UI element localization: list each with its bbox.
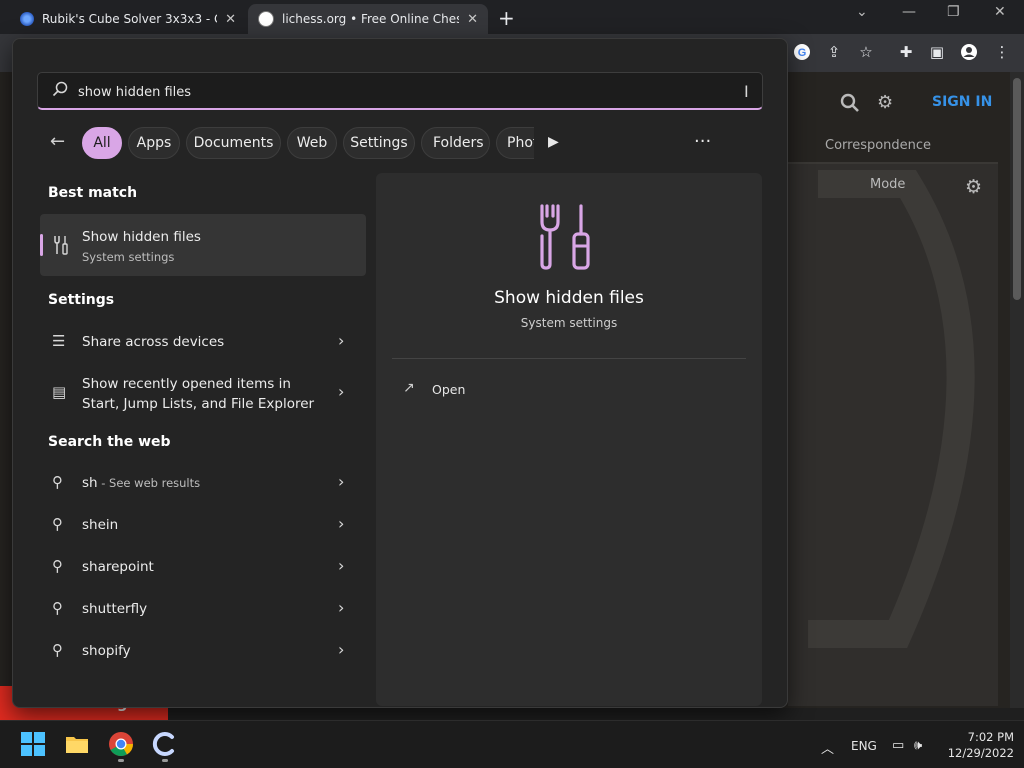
settings-heading: Settings — [48, 292, 115, 308]
search-icon: ⚲ — [52, 515, 63, 533]
web-term: shopify — [82, 643, 131, 659]
restore-button[interactable]: ❐ — [947, 4, 960, 20]
result-title-line1: Show recently opened items in — [82, 376, 291, 392]
search-icon: ⚲ — [52, 557, 63, 575]
mode-label: Mode — [870, 177, 906, 192]
side-panel-icon[interactable]: ▣ — [927, 43, 947, 61]
running-indicator — [118, 759, 124, 762]
detail-subtitle: System settings — [520, 316, 618, 330]
filter-folders[interactable]: Folders — [421, 127, 490, 159]
result-title-line2: Start, Jump Lists, and File Explorer — [82, 396, 315, 412]
filter-settings[interactable]: Settings — [343, 127, 415, 159]
windows-start-icon[interactable] — [20, 731, 46, 757]
web-result-shutterfly[interactable]: ⚲ shutterfly › — [40, 590, 366, 630]
web-result-shopify[interactable]: ⚲ shopify › — [40, 632, 366, 672]
settings-result-share-across-devices[interactable]: ☰ Share across devices › — [40, 322, 366, 362]
filter-photos[interactable]: Photos — [496, 127, 534, 159]
search-web-heading: Search the web — [48, 434, 171, 450]
new-tab-button[interactable]: + — [498, 6, 515, 30]
tab-lichess[interactable]: lichess.org • Free Online Chess ✕ — [248, 4, 488, 34]
chevron-right-icon[interactable]: › — [338, 556, 344, 575]
chevron-right-icon[interactable]: › — [338, 598, 344, 617]
volume-icon[interactable]: 🕪 — [914, 738, 922, 753]
network-icon[interactable]: ▭ — [892, 738, 904, 753]
text-cursor-icon: I — [744, 82, 749, 101]
search-input[interactable] — [78, 82, 678, 102]
best-match-heading: Best match — [48, 185, 138, 201]
best-match-title: Show hidden files — [82, 229, 201, 245]
close-tab-icon[interactable]: ✕ — [467, 12, 478, 27]
list-icon: ☰ — [52, 332, 66, 350]
search-icon: ⚲ — [52, 599, 63, 617]
running-indicator — [162, 759, 168, 762]
clock[interactable]: 7:02 PM 12/29/2022 — [944, 729, 1014, 761]
web-result-sharepoint[interactable]: ⚲ sharepoint › — [40, 548, 366, 588]
close-window-button[interactable]: ✕ — [994, 4, 1006, 20]
bookmark-star-icon[interactable]: ☆ — [856, 43, 876, 61]
settings-result-show-recently-opened[interactable]: ▤ Show recently opened items in Start, J… — [40, 368, 366, 416]
search-icon: ⚲ — [52, 641, 63, 659]
open-external-icon[interactable]: ↗ — [403, 380, 415, 396]
chevron-right-icon[interactable]: › — [338, 640, 344, 659]
language-indicator[interactable]: ENG — [851, 739, 877, 753]
chevron-right-icon[interactable]: › — [338, 382, 344, 401]
file-explorer-icon[interactable] — [64, 731, 90, 757]
filter-documents[interactable]: Documents — [186, 127, 281, 159]
browser-menu-icon[interactable]: ⋮ — [992, 43, 1012, 61]
best-match-subtitle: System settings — [82, 250, 175, 264]
clock-date: 12/29/2022 — [947, 746, 1014, 760]
tab-title: Rubik's Cube Solver 3x3x3 - Grub — [42, 12, 217, 26]
tab-title: lichess.org • Free Online Chess — [282, 12, 460, 26]
scrollbar-thumb[interactable] — [1013, 78, 1021, 300]
web-term: shutterfly — [82, 601, 148, 617]
show-hidden-icons-chevron-icon[interactable]: ︿ — [821, 738, 834, 757]
tab-rubiks-cube-solver[interactable]: Rubik's Cube Solver 3x3x3 - Grub ✕ — [10, 4, 246, 34]
close-tab-icon[interactable]: ✕ — [225, 12, 236, 27]
best-match-content[interactable]: Show hidden files System settings — [40, 214, 366, 276]
start-menu-settings-icon: ▤ — [52, 383, 67, 401]
share-icon[interactable]: ⇪ — [824, 43, 844, 61]
tools-icon — [536, 202, 600, 272]
chevron-right-icon[interactable]: › — [338, 514, 344, 533]
rubiks-favicon-icon — [20, 12, 34, 26]
gear-icon[interactable]: ⚙ — [965, 176, 982, 198]
search-icon — [52, 81, 68, 101]
search-icon: ⚲ — [52, 473, 63, 491]
minimize-button[interactable]: — — [902, 4, 916, 20]
lichess-favicon-icon — [258, 11, 274, 27]
web-result-sh[interactable]: ⚲ sh - See web results › — [40, 464, 366, 504]
chevron-right-icon[interactable]: › — [338, 331, 344, 350]
back-arrow-icon[interactable]: ← — [50, 131, 65, 152]
search-icon[interactable] — [840, 93, 860, 118]
scroll-filters-right-icon[interactable]: ▶ — [548, 134, 559, 150]
web-term: sharepoint — [82, 559, 154, 575]
extensions-puzzle-icon[interactable]: ✚ — [896, 43, 916, 61]
divider — [392, 358, 746, 359]
web-hint: - See web results — [97, 476, 201, 490]
web-term: shein — [82, 517, 119, 533]
filter-all[interactable]: All — [82, 127, 122, 159]
lobby-panel — [788, 164, 998, 706]
tools-icon — [52, 235, 70, 259]
open-action-button[interactable]: Open — [432, 382, 465, 397]
result-title: Share across devices — [82, 334, 225, 350]
svg-text:G: G — [798, 47, 807, 59]
tab-correspondence[interactable]: Correspondence — [825, 138, 931, 153]
chevron-right-icon[interactable]: › — [338, 472, 344, 491]
tab-search-chevron-icon[interactable]: ⌄ — [856, 4, 868, 20]
clock-time: 7:02 PM — [967, 730, 1014, 744]
web-result-shein[interactable]: ⚲ shein › — [40, 506, 366, 546]
filter-apps[interactable]: Apps — [128, 127, 180, 159]
gear-icon[interactable]: ⚙ — [877, 92, 893, 113]
filter-web[interactable]: Web — [287, 127, 337, 159]
detail-title: Show hidden files — [494, 288, 644, 308]
sign-in-link[interactable]: SIGN IN — [932, 94, 992, 110]
lichess-logo-watermark — [808, 170, 975, 648]
google-icon[interactable]: G — [792, 43, 812, 65]
profile-avatar-icon[interactable] — [959, 43, 979, 65]
chrome-icon[interactable] — [108, 731, 134, 757]
more-options-icon[interactable]: ··· — [694, 131, 711, 152]
recorder-app-icon[interactable] — [152, 731, 178, 757]
web-term: sh — [82, 475, 98, 491]
